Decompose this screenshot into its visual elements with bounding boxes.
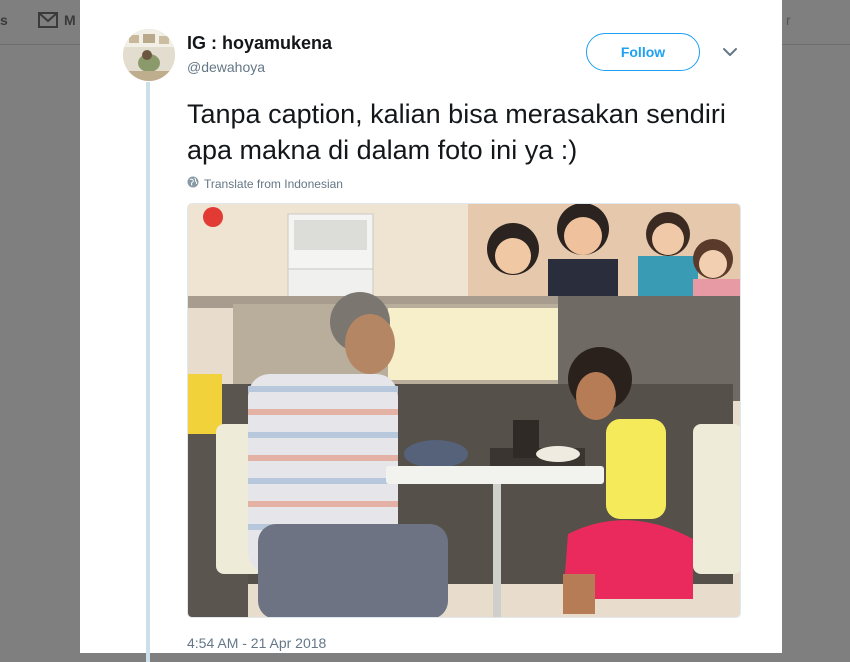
nav-item-fragment: s — [0, 12, 8, 28]
avatar[interactable] — [123, 29, 175, 81]
nav-item-messages-fragment: M — [64, 12, 76, 28]
photo-illustration — [188, 204, 740, 617]
mail-icon — [38, 12, 58, 33]
follow-button[interactable]: Follow — [586, 33, 700, 71]
search-placeholder-fragment: r — [786, 12, 791, 28]
tweet-photo[interactable] — [187, 203, 741, 618]
tweet-text: Tanpa caption, kalian bisa merasakan sen… — [187, 99, 726, 165]
chevron-down-icon[interactable] — [720, 44, 740, 60]
thread-line — [146, 82, 150, 662]
translate-label: Translate from Indonesian — [204, 176, 343, 191]
username[interactable]: @dewahoya — [187, 59, 265, 75]
globe-icon — [187, 176, 199, 191]
translate-link[interactable]: Translate from Indonesian — [187, 176, 343, 191]
display-name[interactable]: IG : hoyamukena — [187, 33, 332, 54]
tweet-timestamp[interactable]: 4:54 AM - 21 Apr 2018 — [187, 635, 326, 651]
tweet-modal: IG : hoyamukena @dewahoya Follow Tanpa c… — [80, 0, 782, 662]
